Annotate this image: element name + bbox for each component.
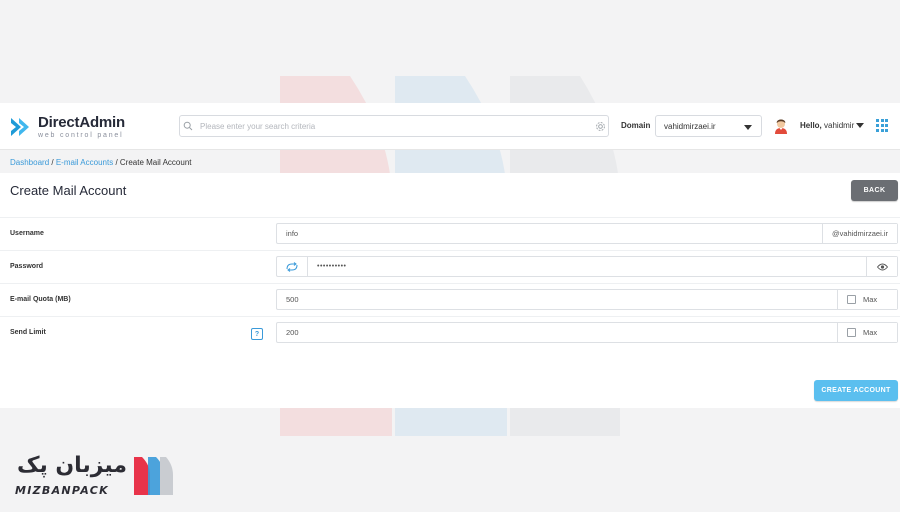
help-icon[interactable]: ? — [251, 328, 263, 340]
search-input[interactable] — [196, 121, 592, 131]
brand-name-en: MIZBANPACK — [15, 484, 109, 497]
quota-max-checkbox[interactable] — [847, 295, 856, 304]
password-input[interactable]: •••••••••• — [308, 263, 866, 270]
breadcrumb-separator: / — [115, 158, 118, 167]
user-greeting[interactable]: Hello, vahidmir — [800, 121, 854, 130]
send-limit-max-checkbox[interactable] — [847, 328, 856, 337]
quota-field: 500 Max — [276, 289, 898, 310]
hello-prefix: Hello, — [800, 121, 822, 130]
brand-name-fa: میزبان پک — [16, 453, 127, 478]
page-title: Create Mail Account — [10, 183, 127, 198]
quota-label: E-mail Quota (MB) — [10, 296, 71, 303]
send-limit-row: Send Limit ? 200 Max — [0, 316, 900, 349]
quota-max-label: Max — [863, 295, 878, 304]
password-label: Password — [10, 263, 44, 270]
username-label: Username — [10, 230, 44, 237]
breadcrumb-email-accounts[interactable]: E-mail Accounts — [56, 158, 113, 167]
eye-icon[interactable] — [866, 257, 897, 276]
mizbanpack-brand: میزبان پک MIZBANPACK — [12, 453, 177, 498]
logo-title: DirectAdmin — [38, 114, 125, 131]
username-row: Username info @vahidmirzaei.ir — [0, 217, 900, 250]
quota-row: E-mail Quota (MB) 500 Max — [0, 283, 900, 316]
search-box[interactable] — [179, 115, 609, 137]
domain-select[interactable]: vahidmirzaei.ir — [655, 115, 762, 137]
generate-password-icon[interactable] — [277, 257, 308, 276]
send-limit-field: 200 Max — [276, 322, 898, 343]
send-limit-max-label: Max — [863, 328, 878, 337]
send-limit-label: Send Limit — [10, 329, 46, 336]
logo-subtitle: web control panel — [38, 132, 124, 139]
username-input[interactable]: info — [277, 229, 822, 238]
mizbanpack-logo-icon — [134, 457, 173, 495]
search-icon — [180, 118, 196, 134]
username: vahidmir — [824, 121, 855, 130]
main-content: Create Mail Account BACK Username info @… — [0, 173, 900, 408]
domain-suffix: @vahidmirzaei.ir — [822, 224, 897, 243]
breadcrumb-current: Create Mail Account — [119, 158, 192, 167]
quota-max-toggle[interactable]: Max — [837, 290, 897, 309]
domain-label: Domain — [621, 121, 651, 130]
breadcrumb-dashboard[interactable]: Dashboard — [10, 158, 49, 167]
top-header: DirectAdmin web control panel Domain vah… — [0, 103, 900, 150]
directadmin-logo-icon — [11, 118, 29, 136]
send-limit-input[interactable]: 200 — [277, 328, 837, 337]
password-row: Password •••••••••• — [0, 250, 900, 283]
directadmin-logo[interactable]: DirectAdmin web control panel — [10, 113, 125, 141]
send-limit-max-toggle[interactable]: Max — [837, 323, 897, 342]
chevron-down-icon — [744, 125, 752, 130]
create-account-button[interactable]: CREATE ACCOUNT — [814, 380, 898, 401]
password-field: •••••••••• — [276, 256, 898, 277]
user-menu-chevron-down-icon[interactable] — [856, 123, 864, 128]
settings-gear-icon[interactable] — [592, 118, 608, 134]
user-avatar[interactable] — [773, 118, 789, 134]
domain-value: vahidmirzaei.ir — [664, 121, 716, 131]
breadcrumb: Dashboard / E-mail Accounts / Create Mai… — [10, 158, 192, 167]
username-field: info @vahidmirzaei.ir — [276, 223, 898, 244]
quota-input[interactable]: 500 — [277, 295, 837, 304]
apps-grid-icon[interactable] — [876, 119, 889, 132]
back-button[interactable]: BACK — [851, 180, 898, 201]
breadcrumb-separator: / — [51, 158, 54, 167]
